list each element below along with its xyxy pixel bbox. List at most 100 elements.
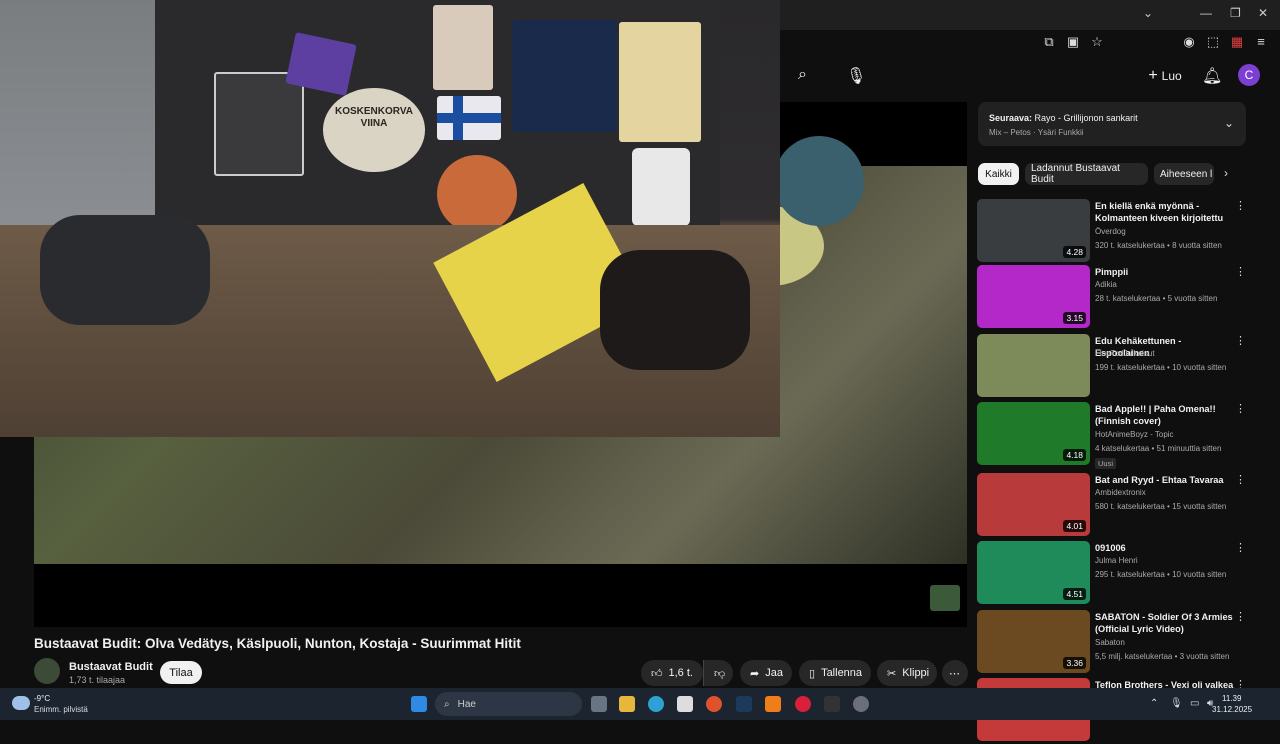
finnish-flag xyxy=(437,96,501,140)
weather-description[interactable]: Enimm. pilvistä xyxy=(34,705,88,714)
chip-uploaded-by[interactable]: Ladannut Bustaavat Budit xyxy=(1025,163,1148,185)
channel-avatar[interactable] xyxy=(34,658,60,684)
install-icon[interactable]: ▣ xyxy=(1064,34,1082,50)
more-vertical-icon[interactable]: ⋮ xyxy=(1235,541,1246,554)
chevron-right-icon[interactable]: › xyxy=(1224,166,1228,180)
recommendation-item[interactable]: 4.51 091006 Julma Henri 295 t. katselukerta… xyxy=(977,541,1257,607)
chevron-down-icon[interactable]: ⌄ xyxy=(1224,116,1234,130)
poster-dog xyxy=(512,20,617,132)
clip-button[interactable]: ✂ Klippi xyxy=(877,660,937,686)
duration-badge: 4.51 xyxy=(1063,588,1086,600)
clock-time[interactable]: 11.39 xyxy=(1222,694,1241,703)
account-avatar[interactable]: C xyxy=(1238,64,1260,86)
save-button[interactable]: ▯ Tallenna xyxy=(799,660,871,686)
recommendation-meta: 295 t. katselukertaa • 10 vuotta sitten xyxy=(1095,570,1227,579)
recommendation-channel[interactable]: HotAnimeBoyz - Topic xyxy=(1095,430,1174,439)
more-vertical-icon[interactable]: ⋮ xyxy=(1235,610,1246,623)
video-title: Bustaavat Budit: Olva Vedätys, Käslpuoli… xyxy=(34,636,521,651)
weather-temperature[interactable]: -9°C xyxy=(34,694,50,703)
like-button[interactable]: 👍︎ 1,6 t. xyxy=(641,660,703,686)
bookmark-star-icon[interactable]: ☆ xyxy=(1088,34,1106,50)
vlc-icon[interactable] xyxy=(765,696,781,712)
recommendation-channel[interactable]: Julma Henri xyxy=(1095,556,1138,565)
close-button[interactable]: ✕ xyxy=(1258,6,1268,20)
firefox-icon[interactable] xyxy=(706,696,722,712)
network-icon[interactable]: ▭ xyxy=(1190,698,1199,709)
recommendation-title[interactable]: 091006 xyxy=(1095,542,1235,554)
recommendation-title[interactable]: Bat and Ryyd - Ehtaa Tavaraa xyxy=(1095,474,1235,486)
start-windows-icon[interactable] xyxy=(411,696,427,712)
duration-badge: 4.01 xyxy=(1063,520,1086,532)
search-icon[interactable]: ⌕ xyxy=(798,66,807,84)
recommendation-item[interactable]: 4.01 Bat and Ryyd - Ehtaa Tavaraa Ambidext… xyxy=(977,473,1257,539)
next-up-panel[interactable]: Seuraava: Rayo - Grillijonon sankarit Mi… xyxy=(978,102,1246,146)
terminal-icon[interactable] xyxy=(824,696,840,712)
recommendation-meta: 5,5 milj. katselukertaa • 3 vuotta sitte… xyxy=(1095,652,1230,661)
video-thumbnail[interactable] xyxy=(977,334,1090,397)
dark-clothes xyxy=(600,250,750,370)
video-thumbnail[interactable]: 4.28 xyxy=(977,199,1090,262)
profile-icon[interactable]: ◉ xyxy=(1180,34,1198,50)
microphone-icon[interactable]: 🎙︎ xyxy=(846,66,866,86)
tab-search-icon[interactable]: ⌄ xyxy=(1143,6,1153,20)
create-button[interactable]: + Luo xyxy=(1140,64,1190,88)
recommendation-title[interactable]: Pimppii xyxy=(1095,266,1235,278)
taskbar-search[interactable]: ⌕ Hae xyxy=(435,692,582,716)
file-explorer-icon[interactable] xyxy=(619,696,635,712)
chip-all[interactable]: Kaikki xyxy=(978,163,1019,185)
save-label: Tallenna xyxy=(821,667,863,679)
recommendation-title[interactable]: SABATON - Soldier Of 3 Armies (Official … xyxy=(1095,611,1235,635)
maximize-button[interactable]: ❐ xyxy=(1230,6,1241,20)
more-vertical-icon[interactable]: ⋮ xyxy=(1235,473,1246,486)
more-vertical-icon[interactable]: ⋮ xyxy=(1235,265,1246,278)
pip-icon[interactable]: ⧉ xyxy=(1040,34,1058,50)
channel-watermark-icon[interactable] xyxy=(930,585,960,611)
channel-name[interactable]: Bustaavat Budit xyxy=(69,661,153,673)
recommendation-item[interactable]: Edu Kehäkettunen - Espoolainen FlopTorlJu… xyxy=(977,334,1257,400)
recommendation-item[interactable]: 4.28 En kiellä enkä myönnä - Kolmanteen k… xyxy=(977,199,1257,265)
recommendation-item[interactable]: 3.15 Pimppii Adikia 28 t. katselukertaa • 5… xyxy=(977,265,1257,331)
poster-skeleton xyxy=(619,22,701,142)
share-button[interactable]: ➦ Jaa xyxy=(740,660,792,686)
recommendation-channel[interactable]: Överdog xyxy=(1095,227,1126,236)
clock-date[interactable]: 31.12.2025 xyxy=(1212,705,1252,714)
notifications-bell-icon[interactable]: 🔔︎ xyxy=(1202,66,1222,86)
video-thumbnail[interactable]: 4.01 xyxy=(977,473,1090,536)
tray-expand-icon[interactable]: ⌃ xyxy=(1150,698,1158,709)
video-thumbnail[interactable]: 3.15 xyxy=(977,265,1090,328)
subscribe-button[interactable]: Tilaa xyxy=(160,661,202,684)
obs-icon[interactable] xyxy=(853,696,869,712)
recommendation-channel[interactable]: Adikia xyxy=(1095,280,1117,289)
task-view-icon[interactable] xyxy=(591,696,607,712)
recommendation-channel[interactable]: FlopTorlJulkaisut xyxy=(1095,349,1155,358)
edge-icon[interactable] xyxy=(648,696,664,712)
microphone-tray-icon[interactable]: 🎙︎ xyxy=(1170,698,1183,709)
more-vertical-icon[interactable]: ⋮ xyxy=(1235,334,1246,347)
video-thumbnail[interactable]: 4.18 xyxy=(977,402,1090,465)
chip-related[interactable]: Aiheeseen l xyxy=(1154,163,1214,185)
recommendation-item[interactable]: 3.36 SABATON - Soldier Of 3 Armies (Offic… xyxy=(977,610,1257,676)
video-thumbnail[interactable]: 4.51 xyxy=(977,541,1090,604)
recommendation-title[interactable]: Bad Apple!! | Paha Omena!! (Finnish cove… xyxy=(1095,403,1235,427)
video-thumbnail[interactable]: 3.36 xyxy=(977,610,1090,673)
recommendation-item[interactable]: 4.18 Bad Apple!! | Paha Omena!! (Finnish … xyxy=(977,402,1257,469)
recommendation-meta: 320 t. katselukertaa • 8 vuotta sitten xyxy=(1095,241,1222,250)
poster-red-drawing xyxy=(433,5,493,90)
weather-cloud-icon[interactable] xyxy=(12,696,30,710)
dislike-button[interactable]: 👎︎ xyxy=(703,660,733,686)
more-vertical-icon[interactable]: ⋮ xyxy=(1235,199,1246,212)
address-bar-icons: ⧉ ▣ ☆ xyxy=(1040,34,1106,50)
store-icon[interactable] xyxy=(677,696,693,712)
subscriber-count: 1,73 t. tilaajaa xyxy=(69,675,126,685)
opera-icon[interactable] xyxy=(795,696,811,712)
recommendation-title[interactable]: En kiellä enkä myönnä - Kolmanteen kivee… xyxy=(1095,200,1235,224)
steam-icon[interactable] xyxy=(736,696,752,712)
extension-red-icon[interactable]: ▦ xyxy=(1228,34,1246,50)
browser-menu-icon[interactable]: ≡ xyxy=(1252,34,1270,50)
recommendation-channel[interactable]: Sabaton xyxy=(1095,638,1125,647)
extensions-icon[interactable]: ⬚ xyxy=(1204,34,1222,50)
minimize-button[interactable]: — xyxy=(1200,6,1212,20)
more-vertical-icon[interactable]: ⋮ xyxy=(1235,402,1246,415)
more-actions-button[interactable]: ⋯ xyxy=(942,660,968,686)
recommendation-channel[interactable]: Ambidextronix xyxy=(1095,488,1146,497)
